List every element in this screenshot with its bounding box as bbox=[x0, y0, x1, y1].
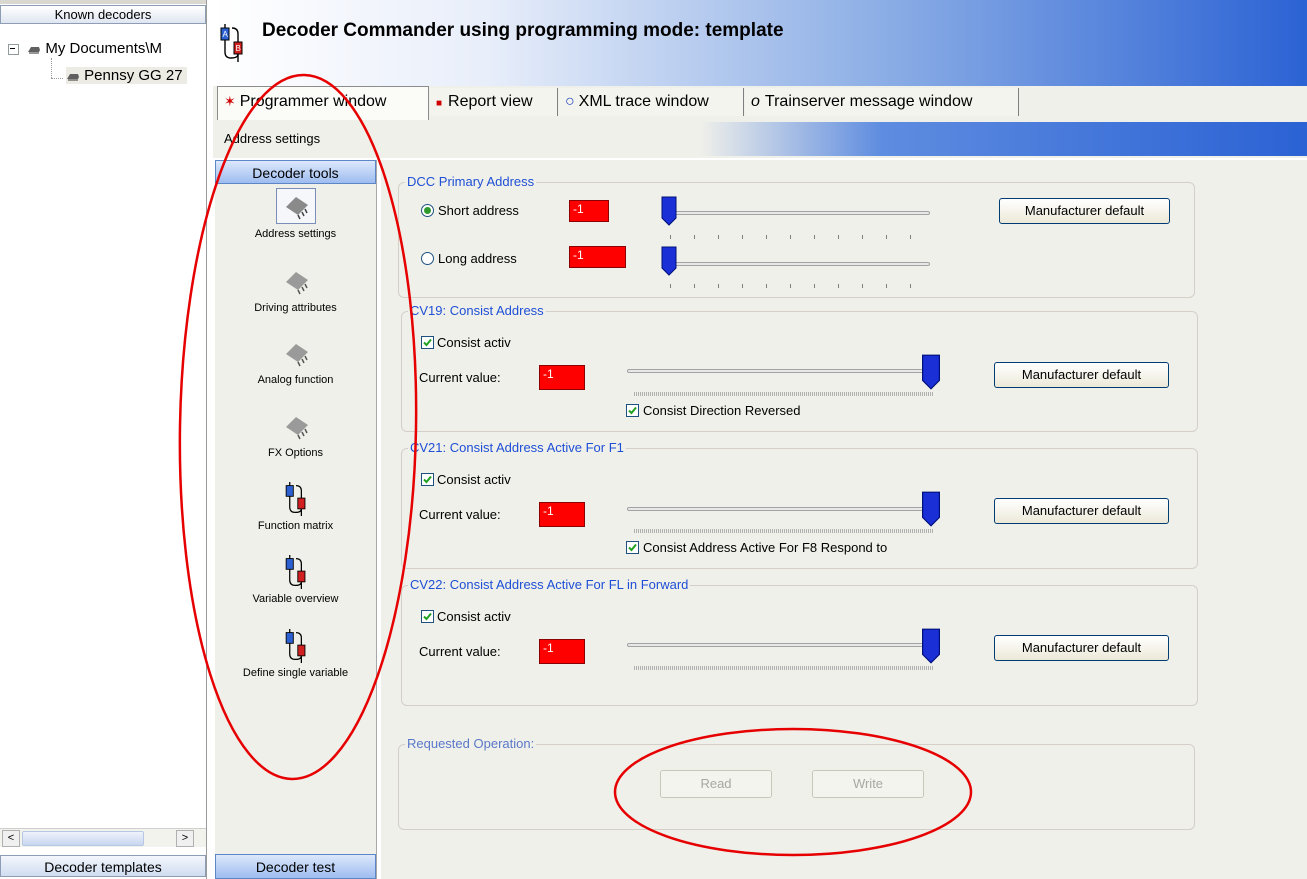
tool-function-matrix[interactable]: Function matrix bbox=[215, 482, 376, 532]
cv21-consist-activ-label: Consist activ bbox=[437, 472, 511, 487]
decoder-tools-panel: Decoder tools Address settings Driving a… bbox=[215, 160, 377, 879]
locomotive-icon bbox=[28, 46, 41, 54]
write-button[interactable]: Write bbox=[812, 770, 924, 798]
tab-programmer-window[interactable]: ✶ Programmer window bbox=[217, 86, 429, 120]
tab-report-view[interactable]: ■ Report view bbox=[430, 88, 558, 116]
cv19-direction-reversed-checkbox[interactable] bbox=[626, 404, 639, 417]
window-title: Decoder Commander using programming mode… bbox=[262, 20, 784, 41]
report-icon: ■ bbox=[436, 98, 443, 109]
cv21-current-value-label: Current value: bbox=[419, 507, 501, 522]
short-address-label: Short address bbox=[438, 203, 519, 218]
locomotive-icon bbox=[67, 73, 79, 81]
decoder-chip-icon bbox=[277, 264, 315, 298]
tool-define-single-variable[interactable]: Define single variable bbox=[215, 629, 376, 679]
cv19-slider-thumb[interactable] bbox=[921, 354, 941, 390]
cv22-slider-track[interactable] bbox=[627, 643, 939, 647]
tool-analog-function[interactable]: Analog function bbox=[215, 336, 376, 386]
cv21-f8-respond-checkbox[interactable] bbox=[626, 541, 639, 554]
cv22-consist-activ-checkbox[interactable] bbox=[421, 610, 434, 623]
title-bar bbox=[213, 0, 1307, 86]
long-address-value[interactable]: -1 bbox=[569, 246, 626, 268]
requested-operation-group: Requested Operation: bbox=[398, 736, 1195, 830]
group-title: CV19: Consist Address bbox=[408, 303, 546, 318]
tree-item-label: Pennsy GG 27 bbox=[84, 67, 183, 84]
long-address-radio[interactable] bbox=[421, 252, 434, 265]
svg-text:A: A bbox=[223, 30, 229, 39]
dcc-manufacturer-default-button[interactable]: Manufacturer default bbox=[999, 198, 1170, 224]
tool-fx-options[interactable]: FX Options bbox=[215, 409, 376, 459]
slider-ticks bbox=[670, 284, 926, 288]
slider-ticks bbox=[634, 529, 934, 533]
tool-driving-attributes[interactable]: Driving attributes bbox=[215, 264, 376, 314]
section-title: Address settings bbox=[224, 131, 321, 146]
known-decoders-header[interactable]: Known decoders bbox=[0, 5, 206, 24]
tree-connector bbox=[51, 78, 63, 80]
cv21-slider-track[interactable] bbox=[627, 507, 939, 511]
cv22-value[interactable]: -1 bbox=[539, 639, 585, 664]
group-title: DCC Primary Address bbox=[405, 174, 537, 189]
collapse-toggle-icon[interactable] bbox=[8, 43, 19, 55]
svg-text:B: B bbox=[236, 44, 241, 53]
cv19-direction-reversed-label: Consist Direction Reversed bbox=[643, 403, 801, 418]
section-bar-gradient bbox=[700, 122, 1307, 156]
decoder-chip-icon bbox=[277, 409, 315, 443]
cv21-manufacturer-default-button[interactable]: Manufacturer default bbox=[994, 498, 1169, 524]
cv22-manufacturer-default-button[interactable]: Manufacturer default bbox=[994, 635, 1169, 661]
ab-switch-icon bbox=[277, 555, 315, 589]
decoder-commander-icon: A B bbox=[220, 24, 243, 62]
read-button[interactable]: Read bbox=[660, 770, 772, 798]
top-toolbar-strip bbox=[0, 0, 206, 4]
tab-xml-trace-window[interactable]: ○ XML trace window bbox=[559, 88, 744, 116]
decoder-test-tab[interactable]: Decoder test bbox=[215, 854, 376, 879]
decoder-tools-header[interactable]: Decoder tools bbox=[215, 160, 376, 184]
tree-item-label: My Documents\M bbox=[45, 40, 163, 57]
cv19-consist-activ-label: Consist activ bbox=[437, 335, 511, 350]
scroll-right-button[interactable]: > bbox=[176, 830, 194, 847]
scrollbar-thumb[interactable] bbox=[22, 831, 144, 846]
cv22-consist-activ-label: Consist activ bbox=[437, 609, 511, 624]
cv19-slider-track[interactable] bbox=[627, 369, 939, 373]
short-address-radio[interactable] bbox=[421, 204, 434, 217]
tool-variable-overview[interactable]: Variable overview bbox=[215, 555, 376, 605]
slider-ticks bbox=[634, 392, 934, 396]
slider-ticks bbox=[670, 235, 926, 239]
known-decoders-panel: Known decoders My Documents\M Pennsy GG … bbox=[0, 0, 207, 879]
slider-ticks bbox=[634, 666, 934, 670]
short-address-slider-track[interactable] bbox=[662, 211, 930, 215]
tool-address-settings[interactable]: Address settings bbox=[215, 188, 376, 240]
xml-trace-icon: ○ bbox=[565, 93, 575, 110]
message-icon: o bbox=[751, 93, 760, 110]
cv21-value[interactable]: -1 bbox=[539, 502, 585, 527]
tree-item-my-documents[interactable]: My Documents\M bbox=[8, 40, 162, 57]
group-title: CV22: Consist Address Active For FL in F… bbox=[408, 577, 691, 592]
long-address-slider-track[interactable] bbox=[662, 262, 930, 266]
short-address-value[interactable]: -1 bbox=[569, 200, 609, 222]
scroll-left-button[interactable]: < bbox=[2, 830, 20, 847]
cv22-slider-thumb[interactable] bbox=[921, 628, 941, 664]
long-address-label: Long address bbox=[438, 251, 517, 266]
decoder-templates-tab[interactable]: Decoder templates bbox=[0, 855, 206, 877]
cv21-slider-thumb[interactable] bbox=[921, 491, 941, 527]
cv19-consist-activ-checkbox[interactable] bbox=[421, 336, 434, 349]
ab-switch-icon bbox=[277, 629, 315, 663]
locomotive-red-icon: ✶ bbox=[224, 93, 236, 109]
cv22-current-value-label: Current value: bbox=[419, 644, 501, 659]
tree-connector bbox=[51, 58, 53, 78]
decoder-chip-icon bbox=[277, 336, 315, 370]
cv19-manufacturer-default-button[interactable]: Manufacturer default bbox=[994, 362, 1169, 388]
long-address-slider-thumb[interactable] bbox=[661, 246, 677, 276]
ab-switch-icon bbox=[277, 482, 315, 516]
decoder-chip-icon bbox=[275, 188, 316, 224]
tree-item-pennsy[interactable]: Pennsy GG 27 bbox=[66, 67, 187, 84]
group-title: CV21: Consist Address Active For F1 bbox=[408, 440, 626, 455]
horizontal-scrollbar[interactable]: < > bbox=[0, 828, 206, 847]
cv19-value[interactable]: -1 bbox=[539, 365, 585, 390]
short-address-slider-thumb[interactable] bbox=[661, 196, 677, 226]
cv21-f8-respond-label: Consist Address Active For F8 Respond to bbox=[643, 540, 888, 555]
group-title: Requested Operation: bbox=[405, 736, 537, 751]
cv21-consist-activ-checkbox[interactable] bbox=[421, 473, 434, 486]
cv19-current-value-label: Current value: bbox=[419, 370, 501, 385]
tab-trainserver-message-window[interactable]: o Trainserver message window bbox=[745, 88, 1019, 116]
